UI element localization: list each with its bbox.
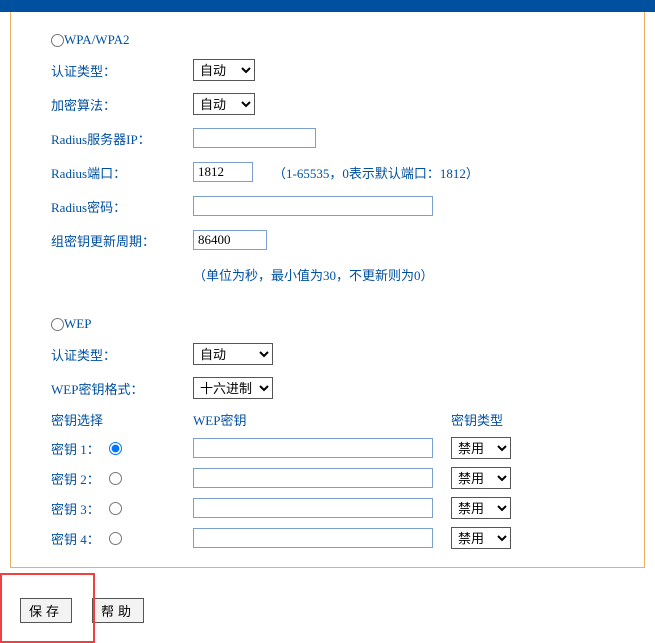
radius-port-input[interactable] <box>193 162 253 182</box>
wep-key-row: 密钥 3： 禁用 <box>51 497 604 519</box>
wpa-encrypt-label: 加密算法： <box>51 95 193 114</box>
wep-key-2-radio[interactable] <box>109 472 122 485</box>
radius-port-hint: （1-65535，0表示默认端口：1812） <box>273 163 479 182</box>
wep-key-4-type[interactable]: 禁用 <box>451 527 511 549</box>
radius-ip-input[interactable] <box>193 128 316 148</box>
wep-key-4-radio[interactable] <box>109 532 122 545</box>
main-panel: WPA/WPA2 认证类型： 自动 加密算法： 自动 Radius服务器IP： <box>10 12 645 568</box>
wpa-mode-radio[interactable] <box>51 34 64 47</box>
radius-pw-label: Radius密码： <box>51 197 193 216</box>
wpa-auth-select[interactable]: 自动 <box>193 59 255 81</box>
wep-title: WEP <box>64 316 91 332</box>
wep-key-3-input[interactable] <box>193 498 433 518</box>
wpa-encrypt-select[interactable]: 自动 <box>193 93 255 115</box>
wep-key-row: 密钥 4： 禁用 <box>51 527 604 549</box>
radius-port-label: Radius端口： <box>51 163 193 182</box>
radius-pw-input[interactable] <box>193 196 433 216</box>
wep-col-select: 密钥选择 <box>51 410 193 429</box>
wep-key-row: 密钥 1： 禁用 <box>51 437 604 459</box>
top-bar <box>0 0 655 12</box>
wpa-section: WPA/WPA2 认证类型： 自动 加密算法： 自动 Radius服务器IP： <box>51 32 604 286</box>
wep-key-row: 密钥 2： 禁用 <box>51 467 604 489</box>
group-key-hint: （单位为秒，最小值为30，不更新则为0） <box>193 265 434 284</box>
wep-section: WEP 认证类型： 自动 WEP密钥格式： 十六进制 密钥选择 WEP密钥 密钥… <box>51 316 604 549</box>
group-key-label: 组密钥更新周期： <box>51 231 193 250</box>
wep-key-1-input[interactable] <box>193 438 433 458</box>
wep-auth-label: 认证类型： <box>51 345 193 364</box>
wep-key-2-input[interactable] <box>193 468 433 488</box>
wpa-title: WPA/WPA2 <box>64 32 130 48</box>
wep-key-4-input[interactable] <box>193 528 433 548</box>
wep-key-3-radio[interactable] <box>109 502 122 515</box>
wep-key-2-type[interactable]: 禁用 <box>451 467 511 489</box>
help-button[interactable]: 帮助 <box>92 598 144 623</box>
wep-auth-select[interactable]: 自动 <box>193 343 273 365</box>
wep-key-1-radio[interactable] <box>109 442 122 455</box>
wep-mode-radio[interactable] <box>51 318 64 331</box>
wep-key-label: 密钥 3： <box>51 499 109 518</box>
wep-key-label: 密钥 1： <box>51 439 109 458</box>
wep-key-label: 密钥 2： <box>51 469 109 488</box>
wep-col-type: 密钥类型 <box>451 410 503 429</box>
wep-col-key: WEP密钥 <box>193 410 451 429</box>
wpa-auth-label: 认证类型： <box>51 61 193 80</box>
group-key-input[interactable] <box>193 230 267 250</box>
wep-key-3-type[interactable]: 禁用 <box>451 497 511 519</box>
radius-ip-label: Radius服务器IP： <box>51 129 193 148</box>
wep-key-label: 密钥 4： <box>51 529 109 548</box>
footer: 保存 帮助 <box>0 588 655 633</box>
wep-format-select[interactable]: 十六进制 <box>193 377 273 399</box>
wep-format-label: WEP密钥格式： <box>51 379 193 398</box>
wep-key-1-type[interactable]: 禁用 <box>451 437 511 459</box>
save-button[interactable]: 保存 <box>20 598 72 623</box>
